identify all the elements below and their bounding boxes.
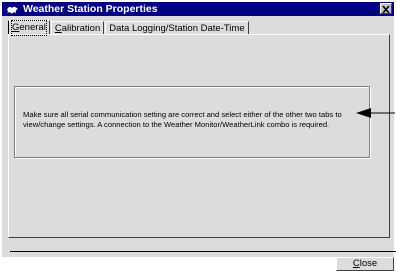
tab-general-label: eneral bbox=[19, 22, 46, 33]
tab-calibration-mnemonic: C bbox=[54, 23, 62, 34]
close-button-label: lose bbox=[359, 258, 378, 269]
close-button-mnemonic: C bbox=[352, 258, 360, 269]
tab-general[interactable]: General bbox=[8, 20, 50, 36]
pointer-arrow-icon bbox=[356, 108, 395, 118]
info-group-box: Make sure all serial communication setti… bbox=[14, 86, 370, 158]
close-button[interactable]: Close bbox=[336, 257, 394, 271]
tab-calibration-label: alibration bbox=[61, 23, 101, 34]
window-title: Weather Station Properties bbox=[23, 3, 158, 15]
tab-strip: General Calibration Data Logging/Station… bbox=[8, 20, 250, 36]
title-close-button[interactable] bbox=[380, 3, 392, 14]
info-message: Make sure all serial communication setti… bbox=[23, 110, 342, 129]
close-icon bbox=[382, 0, 390, 18]
tab-data-logging[interactable]: Data Logging/Station Date-Time bbox=[105, 21, 249, 34]
title-bar[interactable]: Weather Station Properties bbox=[2, 2, 394, 16]
dialog-client: General Calibration Data Logging/Station… bbox=[2, 16, 396, 271]
footer-separator bbox=[10, 251, 396, 252]
properties-window: Weather Station Properties General Calib… bbox=[0, 0, 396, 271]
tab-calibration[interactable]: Calibration bbox=[50, 21, 105, 34]
tab-data-logging-label: Data Logging/Station Date-Time bbox=[109, 23, 245, 34]
weather-station-icon bbox=[5, 3, 19, 15]
